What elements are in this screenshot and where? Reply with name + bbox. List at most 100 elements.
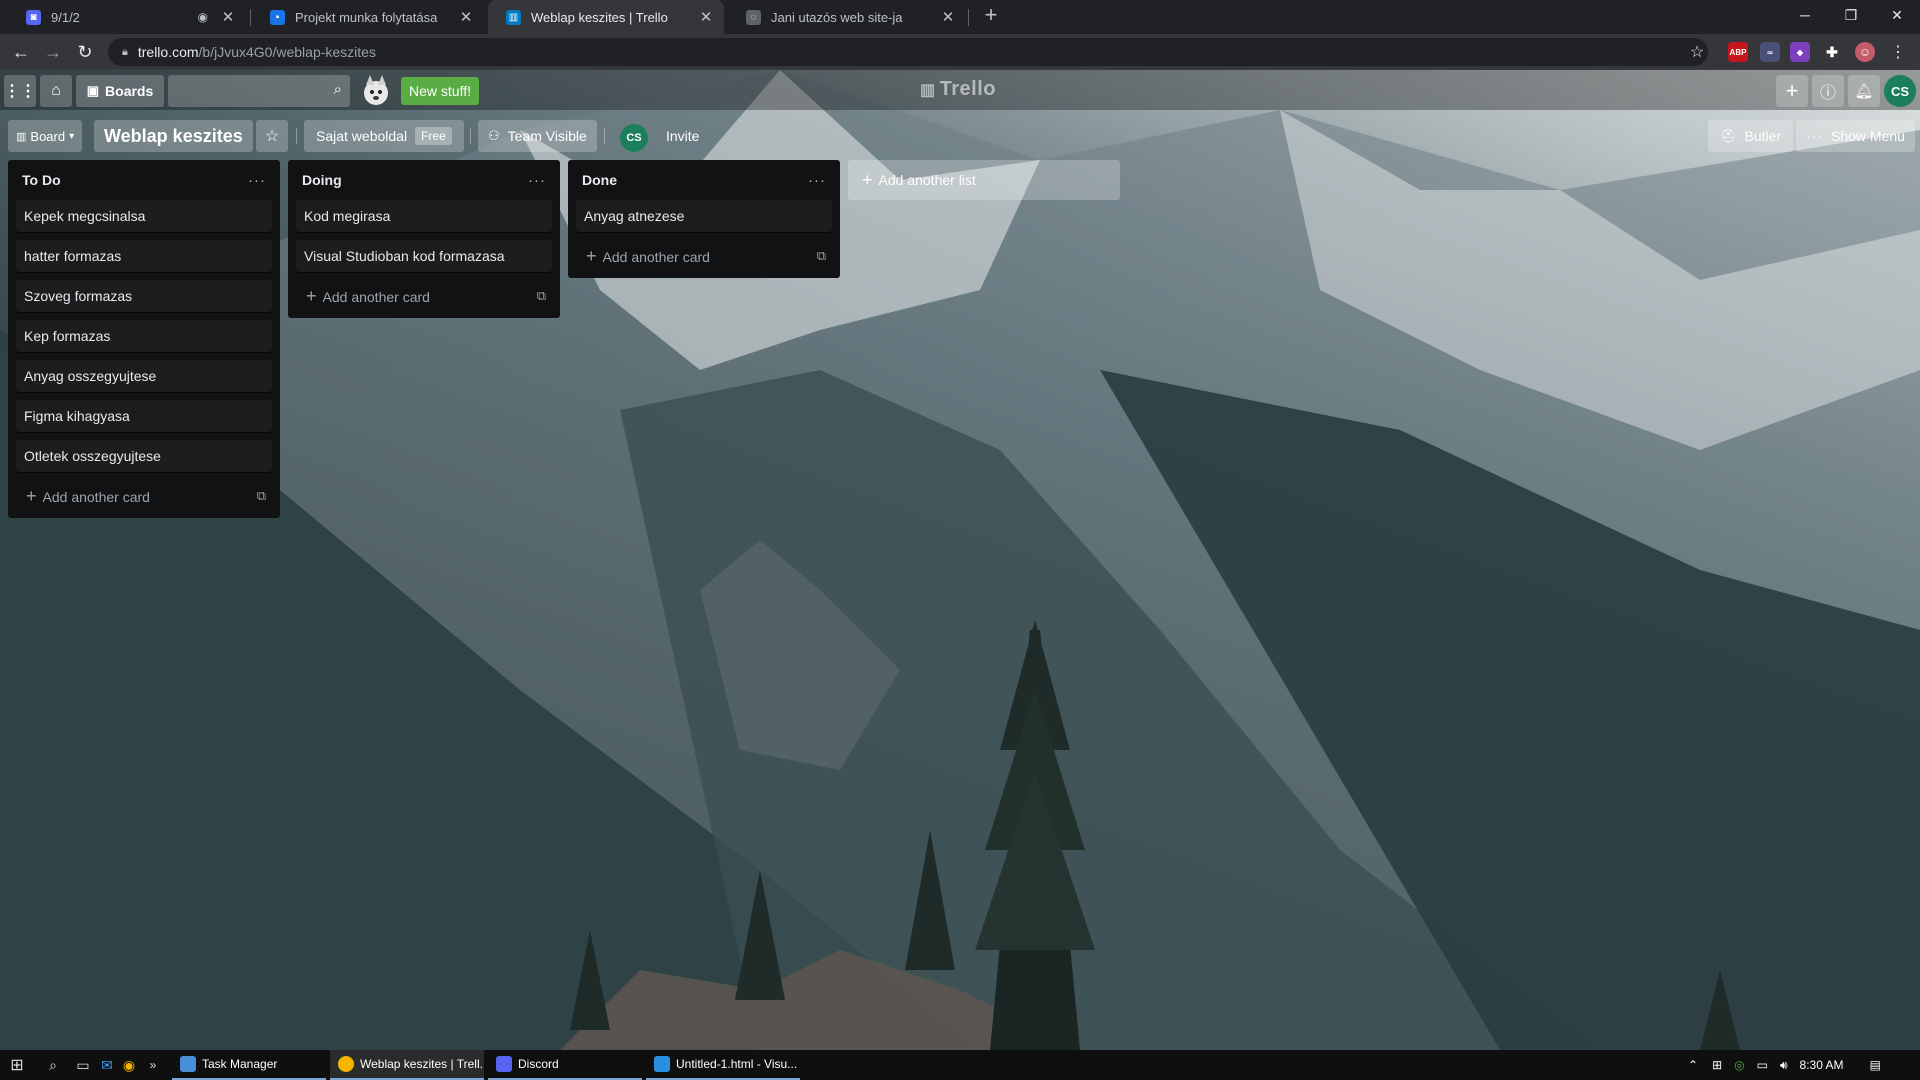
browser-tab-3-active[interactable]: ▥ Weblap keszites | Trello ✕ xyxy=(488,0,724,34)
list-header[interactable]: To Do ··· xyxy=(16,160,272,200)
more-dots-icon: ··· xyxy=(1806,128,1823,144)
forward-arrow-icon[interactable]: → xyxy=(40,39,66,65)
info-icon[interactable]: ⓘ xyxy=(1812,75,1844,107)
card-template-icon[interactable]: ⧉ xyxy=(257,488,266,504)
list-menu-dots-icon[interactable]: ··· xyxy=(248,172,266,189)
board-title[interactable]: Weblap keszites xyxy=(94,120,253,152)
network-icon[interactable]: ▭ xyxy=(1757,1058,1768,1072)
trello-logo[interactable]: ▥ Trello xyxy=(920,78,996,101)
back-arrow-icon[interactable]: ← xyxy=(8,39,34,65)
extension-icon[interactable]: ◆ xyxy=(1790,42,1810,62)
add-card-button[interactable]: + Add another card ⧉ xyxy=(296,280,552,312)
overflow-chevron-icon[interactable]: » xyxy=(140,1050,166,1080)
card[interactable]: Szoveg formazas xyxy=(16,280,272,312)
browser-tab-1[interactable]: ◙ 9/1/2 ◉ ✕ xyxy=(8,0,246,34)
boards-button[interactable]: ▣ Boards xyxy=(76,75,164,107)
maximize-icon[interactable]: ❐ xyxy=(1828,0,1874,30)
show-menu-button[interactable]: ··· Show Menu xyxy=(1796,120,1915,152)
list-menu-dots-icon[interactable]: ··· xyxy=(808,172,826,189)
tab-close-icon[interactable]: ✕ xyxy=(698,8,714,26)
list-menu-dots-icon[interactable]: ··· xyxy=(528,172,546,189)
lock-icon: 🔒︎ xyxy=(122,45,128,58)
card[interactable]: Anyag osszegyujtese xyxy=(16,360,272,392)
new-tab-button[interactable]: + xyxy=(976,2,1006,28)
adblock-extension-icon[interactable]: ABP xyxy=(1728,42,1748,62)
reload-icon[interactable]: ↻ xyxy=(72,39,98,65)
search-input[interactable]: ⌕ xyxy=(168,75,350,107)
divider xyxy=(296,128,297,144)
trello-favicon-icon: ▥ xyxy=(506,9,521,25)
create-plus-icon[interactable]: + xyxy=(1776,75,1808,107)
taskbar-app-task-manager[interactable]: Task Manager xyxy=(172,1050,326,1080)
extensions-puzzle-icon[interactable]: ✚ xyxy=(1822,42,1842,62)
visibility-button[interactable]: ⚇ Team Visible xyxy=(478,120,597,152)
card[interactable]: Figma kihagyasa xyxy=(16,400,272,432)
notifications-bell-icon[interactable]: 🔔︎ xyxy=(1848,75,1880,107)
trello-header: ⋮⋮ ⌂ ▣ Boards ⌕ New stuff! ▥ Trello + ⓘ 🔔… xyxy=(0,70,1920,110)
tab-close-icon[interactable]: ✕ xyxy=(940,8,956,26)
butler-button[interactable]: ⛑ Butler xyxy=(1708,120,1794,152)
card-template-icon[interactable]: ⧉ xyxy=(817,248,826,264)
taskbar-app-vscode[interactable]: Untitled-1.html - Visu... xyxy=(646,1050,800,1080)
clock[interactable]: 8:30 AM xyxy=(1800,1058,1844,1072)
profile-avatar[interactable]: ☺ xyxy=(1855,42,1875,62)
network-adapter-icon[interactable]: ⊞ xyxy=(1712,1058,1722,1072)
add-card-label: Add another card xyxy=(42,488,150,505)
card[interactable]: hatter formazas xyxy=(16,240,272,272)
list-header[interactable]: Doing ··· xyxy=(296,160,552,200)
list-title[interactable]: To Do xyxy=(22,172,61,188)
card-template-icon[interactable]: ⧉ xyxy=(537,288,546,304)
tab-title: Projekt munka folytatása xyxy=(295,9,438,25)
user-avatar[interactable]: CS xyxy=(1884,75,1916,107)
card[interactable]: Otletek osszegyujtese xyxy=(16,440,272,472)
list-title[interactable]: Done xyxy=(582,172,617,188)
globe-favicon-icon: ◌ xyxy=(746,9,761,25)
list-header[interactable]: Done ··· xyxy=(576,160,832,200)
chrome-icon[interactable]: ◉ xyxy=(116,1050,142,1080)
home-icon[interactable]: ⌂ xyxy=(40,75,72,107)
invite-button[interactable]: Invite xyxy=(656,120,709,152)
volume-icon[interactable]: 🔊︎ xyxy=(1780,1058,1788,1073)
search-icon[interactable]: ⌕ xyxy=(40,1050,66,1080)
add-card-button[interactable]: + Add another card ⧉ xyxy=(576,240,832,272)
windows-start-icon[interactable]: ⊞ xyxy=(4,1050,30,1080)
tab-title: 9/1/2 xyxy=(51,9,80,25)
workspace-button[interactable]: Sajat weboldal Free xyxy=(304,120,464,152)
notifications-icon[interactable]: ▤ xyxy=(1870,1058,1881,1072)
card[interactable]: Visual Studioban kod formazasa xyxy=(296,240,552,272)
card[interactable]: Kepek megcsinalsa xyxy=(16,200,272,232)
nvidia-icon[interactable]: ◎ xyxy=(1734,1058,1744,1072)
add-list-button[interactable]: + Add another list xyxy=(848,160,1120,200)
minimize-icon[interactable]: ─ xyxy=(1782,0,1828,30)
board-view-switcher[interactable]: ▥ Board ▾ xyxy=(8,120,83,152)
tray-chevron-icon[interactable]: ⌃ xyxy=(1688,1058,1698,1072)
apps-grid-icon[interactable]: ⋮⋮ xyxy=(4,75,36,107)
url-host: trello.com xyxy=(137,44,199,60)
browser-tab-2[interactable]: ▪ Projekt munka folytatása ✕ xyxy=(252,0,484,34)
list-title[interactable]: Doing xyxy=(302,172,342,188)
card[interactable]: Kep formazas xyxy=(16,320,272,352)
star-board-icon[interactable]: ☆ xyxy=(256,120,288,152)
bookmark-star-icon[interactable]: ☆ xyxy=(1684,39,1710,65)
browser-tab-4[interactable]: ◌ Jani utazós web site-ja ✕ xyxy=(728,0,966,34)
classroom-favicon-icon: ▪ xyxy=(270,9,285,25)
team-visible-icon: ⚇ xyxy=(488,128,500,143)
card[interactable]: Anyag atnezese xyxy=(576,200,832,232)
address-bar[interactable]: 🔒︎ trello.com/b/jJvux4G0/weblap-keszites xyxy=(108,38,1708,66)
tab-close-icon[interactable]: ✕ xyxy=(458,8,474,26)
close-window-icon[interactable]: ✕ xyxy=(1874,0,1920,30)
card[interactable]: Kod megirasa xyxy=(296,200,552,232)
tab-separator xyxy=(968,9,969,26)
taskbar-app-discord[interactable]: Discord xyxy=(488,1050,642,1080)
taskbar-app-chrome[interactable]: Weblap keszites | Trell... xyxy=(330,1050,484,1080)
visibility-label: Team Visible xyxy=(507,128,587,144)
system-tray: ⌃ ⊞ ◎ ▭ 🔊︎ 8:30 AM ▤ xyxy=(1688,1050,1881,1080)
add-card-button[interactable]: + Add another card ⧉ xyxy=(16,480,272,512)
tab-close-icon[interactable]: ✕ xyxy=(220,8,236,26)
extension-icon[interactable]: ∞ xyxy=(1760,42,1780,62)
taco-mascot-icon[interactable] xyxy=(358,73,394,109)
browser-menu-icon[interactable]: ⋮ xyxy=(1885,39,1911,65)
computer-icon[interactable]: ▭ xyxy=(70,1050,96,1080)
new-stuff-button[interactable]: New stuff! xyxy=(401,77,479,105)
board-member-avatar[interactable]: CS xyxy=(620,124,648,152)
